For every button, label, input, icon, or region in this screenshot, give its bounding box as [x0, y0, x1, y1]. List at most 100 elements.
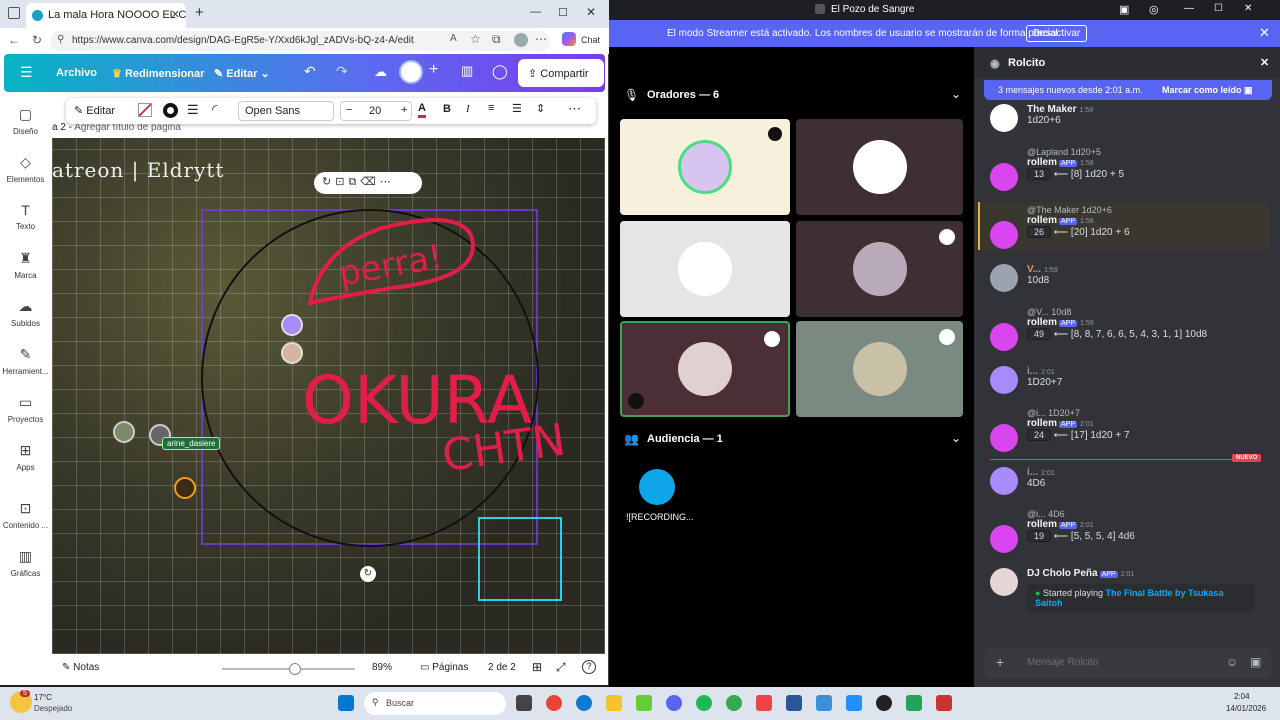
back-icon[interactable]: ← [8, 33, 20, 47]
message[interactable]: @The Maker 1d20+6 rollem APP 1:58 26 ⟵ [20] … [990, 205, 1270, 249]
sidebar-item-contenido[interactable]: ⊡ Contenido ... [0, 500, 51, 530]
image-icon[interactable]: ▣ [1250, 655, 1261, 669]
message[interactable]: @Lapland 1d20+5 rollem APP 1:58 13 ⟵ [8] 1d2… [990, 147, 1270, 191]
map-canvas[interactable]: atreon | Eldrytt perra! OKURA CHTN arine… [52, 138, 605, 654]
token-2[interactable] [281, 342, 303, 364]
message[interactable]: V... 1:59 10d8 [990, 264, 1270, 292]
chrome-icon[interactable] [546, 695, 562, 711]
font-family-dropdown[interactable]: Open Sans [238, 101, 334, 121]
author-name[interactable]: rollem [1027, 519, 1057, 530]
speaker-tile-6[interactable] [796, 321, 963, 417]
add-collaborator-icon[interactable]: + [429, 61, 438, 79]
sidebar-item-apps[interactable]: ⊞ Apps [0, 442, 51, 472]
message[interactable]: @i... 4D6 rollem APP 2:01 19 ⟵ [5, 5, 5, 4] … [990, 509, 1270, 553]
close-chat-icon[interactable]: ✕ [1260, 56, 1269, 69]
message[interactable]: i... 2:01 4D6 [990, 467, 1270, 495]
paginas-button[interactable]: ▭ Páginas [420, 662, 468, 673]
reply-preview[interactable]: @i... 4D6 [1027, 509, 1270, 519]
windows-start-icon[interactable] [338, 695, 354, 711]
zoom-slider[interactable] [222, 663, 355, 675]
close-banner-icon[interactable]: ✕ [1259, 25, 1270, 41]
mark-read-button[interactable]: Marcar como leído ▣ [1162, 85, 1253, 96]
sidebar-item-graficas[interactable]: ▥ Gráficas [0, 548, 51, 578]
clock-date[interactable]: 14/01/2026 [1226, 704, 1266, 713]
edge-icon[interactable] [576, 695, 592, 711]
reply-preview[interactable]: @The Maker 1d20+6 [1027, 205, 1270, 215]
site-info-icon[interactable]: ⚲ [57, 34, 64, 45]
lock-icon[interactable]: ⊡ [335, 176, 348, 188]
speaker-tile-1[interactable] [620, 119, 790, 215]
utorrent-icon[interactable] [636, 695, 652, 711]
reply-preview[interactable]: @i... 1D20+7 [1027, 408, 1270, 418]
sidebar-item-proyectos[interactable]: ▭ Proyectos [0, 394, 51, 424]
author-name[interactable]: V... [1027, 264, 1041, 275]
author-name[interactable]: i... [1027, 366, 1038, 377]
border-style-icon[interactable]: ☰ [187, 102, 199, 118]
maximize-icon[interactable]: ☐ [558, 6, 568, 19]
duplicate-icon[interactable]: ⧉ [348, 176, 360, 188]
activity-card[interactable]: ● Started playing The Final Battle by Ts… [1027, 584, 1255, 612]
obs-icon[interactable] [876, 695, 892, 711]
copilot-icon[interactable] [562, 32, 576, 46]
reply-preview[interactable]: @Lapland 1d20+5 [1027, 147, 1270, 157]
help-icon[interactable]: ? [582, 660, 596, 674]
cyan-frame[interactable] [478, 517, 562, 601]
corner-radius-icon[interactable]: ◜ [212, 101, 217, 118]
author-name[interactable]: rollem [1027, 418, 1057, 429]
word-icon[interactable] [786, 695, 802, 711]
increase-size-icon[interactable]: + [401, 104, 407, 116]
reply-preview[interactable]: @V... 10d8 [1027, 307, 1270, 317]
color-swatch[interactable] [138, 103, 152, 117]
editar-dropdown[interactable]: ✎ Editar ⌄ [214, 67, 270, 80]
photos-icon[interactable] [816, 695, 832, 711]
sidebar-item-elementos[interactable]: ◇ Elementos [0, 154, 51, 184]
archivo-button[interactable]: Archivo [56, 67, 97, 79]
compartir-button[interactable]: ⇪ Compartir [518, 59, 604, 87]
align-icon[interactable]: ≡ [488, 102, 494, 114]
oradores-header[interactable]: Oradores — 6 [647, 89, 719, 101]
audiencia-header[interactable]: Audiencia — 1 [647, 433, 723, 445]
close-window-icon[interactable]: ✕ [1244, 3, 1252, 14]
message[interactable]: i... 2:01 1D20+7 [990, 366, 1270, 394]
message[interactable]: DJ Cholo Peña APP 2:01 ● Started playing T… [990, 568, 1270, 612]
desactivar-button[interactable]: Desactivar [1026, 25, 1088, 42]
sidebar-item-marca[interactable]: ♜ Marca [0, 250, 51, 280]
bold-icon[interactable]: B [443, 103, 451, 115]
sidebar-item-herramientas[interactable]: ✎ Herramient... [0, 346, 51, 376]
chrome-profile-icon[interactable] [726, 695, 742, 711]
grid-view-icon[interactable]: ⊞ [532, 660, 542, 674]
author-name[interactable]: rollem [1027, 215, 1057, 226]
new-tab-icon[interactable]: + [195, 4, 204, 21]
help-circle-icon[interactable]: ◎ [1149, 3, 1159, 16]
notas-button[interactable]: ✎ Notas [62, 662, 99, 673]
audience-avatar[interactable] [639, 469, 675, 505]
zoom-slider-thumb[interactable] [289, 663, 301, 675]
new-messages-bar[interactable]: 3 mensajes nuevos desde 2:01 a.m. Marcar… [984, 80, 1272, 100]
author-name[interactable]: rollem [1027, 157, 1057, 168]
maximize-icon[interactable]: ☐ [1214, 3, 1223, 14]
author-name[interactable]: rollem [1027, 317, 1057, 328]
game-icon[interactable] [906, 695, 922, 711]
author-name[interactable]: i... [1027, 467, 1038, 478]
task-view-icon[interactable] [516, 695, 532, 711]
italic-icon[interactable]: I [466, 103, 470, 115]
close-tab-icon[interactable]: ✕ [171, 8, 180, 21]
audience-member-name[interactable]: ![RECORDING... [626, 512, 694, 522]
token-5[interactable] [174, 477, 196, 499]
app-icon[interactable] [756, 695, 772, 711]
insights-chart-icon[interactable]: ▥ [461, 63, 473, 79]
sidebar-item-subidos[interactable]: ☁ Subidos [0, 298, 51, 328]
minimize-icon[interactable]: — [1184, 3, 1194, 14]
minimize-icon[interactable]: — [530, 6, 541, 18]
token-3[interactable] [113, 421, 135, 443]
tab-actions-icon[interactable] [8, 7, 20, 19]
clock-time[interactable]: 2:04 [1234, 692, 1250, 701]
token-1[interactable] [281, 314, 303, 336]
reload-icon[interactable]: ↻ [32, 33, 42, 47]
spotify-icon[interactable] [696, 695, 712, 711]
undo-icon[interactable]: ↶ [304, 63, 316, 80]
profile-avatar[interactable] [514, 33, 528, 47]
extensions-icon[interactable]: ⧉ [492, 32, 501, 47]
border-weight-icon[interactable] [163, 103, 178, 118]
collaborator-avatar[interactable] [399, 60, 423, 84]
